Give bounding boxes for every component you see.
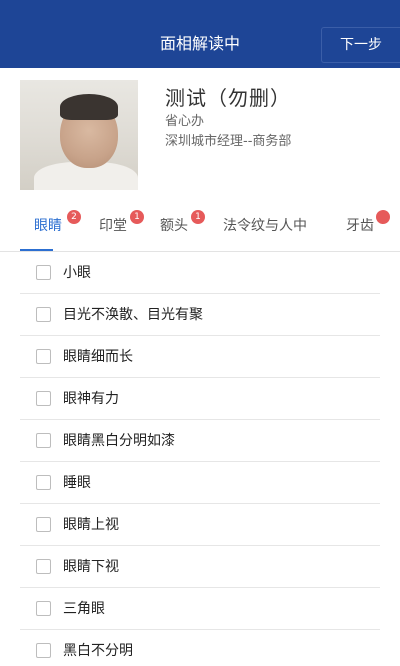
checkbox[interactable] [36,307,51,322]
tab-label: 印堂 [99,218,127,234]
tab-label: 牙齿 [346,218,374,234]
list-item[interactable]: 眼睛黑白分明如漆 [20,420,380,462]
option-label: 黑白不分明 [63,643,133,659]
option-label: 睡眼 [63,475,91,491]
tab-label: 眼睛 [34,218,62,234]
tab-yintang[interactable]: 印堂 [99,200,127,251]
profile-name: 测试（勿删） [165,86,291,110]
profile-org: 省心办 [165,114,205,129]
list-item[interactable]: 黑白不分明 [20,630,380,666]
list-item[interactable]: 小眼 [20,252,380,294]
tab-label: 法令纹与人中 [223,218,307,234]
list-item[interactable]: 眼睛上视 [20,504,380,546]
option-label: 三角眼 [63,601,105,617]
checkbox[interactable] [36,391,51,406]
checkbox[interactable] [36,601,51,616]
list-item[interactable]: 目光不涣散、目光有聚 [20,294,380,336]
option-label: 眼睛黑白分明如漆 [63,433,175,449]
list-item[interactable]: 眼睛下视 [20,546,380,588]
checkbox[interactable] [36,265,51,280]
tab-forehead[interactable]: 额头 [160,200,188,251]
option-label: 小眼 [63,265,91,281]
list-item[interactable]: 睡眼 [20,462,380,504]
checkbox[interactable] [36,559,51,574]
checkbox[interactable] [36,517,51,532]
checkbox[interactable] [36,643,51,658]
tab-label: 额头 [160,218,188,234]
top-bar: 面相解读中 下一步 [0,0,400,68]
checkbox[interactable] [36,433,51,448]
tab-yintang-badge: 1 [130,210,144,224]
list-item[interactable]: 眼神有力 [20,378,380,420]
profile-card: 测试（勿删） 省心办 深圳城市经理--商务部 [0,68,400,200]
tab-forehead-badge: 1 [191,210,205,224]
profile-dept: 深圳城市经理--商务部 [165,134,292,149]
tab-eyes-badge: 2 [67,210,81,224]
option-label: 眼神有力 [63,391,119,407]
tab-teeth-badge [376,210,390,224]
checkbox[interactable] [36,475,51,490]
tab-nasolabial[interactable]: 法令纹与人中 [223,200,307,251]
tab-eyes[interactable]: 眼睛 [34,200,62,251]
face-photo [20,80,138,190]
tab-teeth[interactable]: 牙齿 [346,200,374,251]
checkbox[interactable] [36,349,51,364]
list-item[interactable]: 眼睛细而长 [20,336,380,378]
option-label: 眼睛下视 [63,559,119,575]
next-step-button[interactable]: 下一步 [321,27,400,63]
list-item[interactable]: 三角眼 [20,588,380,630]
option-label: 目光不涣散、目光有聚 [63,307,203,323]
option-label: 眼睛上视 [63,517,119,533]
feature-tabs: 眼睛 2 印堂 1 额头 1 法令纹与人中 牙齿 [0,200,400,252]
option-label: 眼睛细而长 [63,349,133,365]
